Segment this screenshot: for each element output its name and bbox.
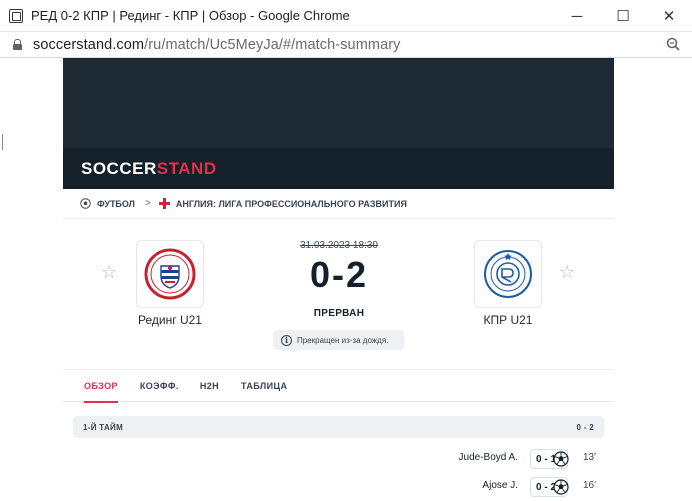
- tab-table[interactable]: ТАБЛИЦА: [241, 370, 287, 402]
- site-logo[interactable]: SOCCERSTAND: [81, 159, 217, 179]
- goal-event-row: Jude-Boyd A. 0 - 1 13': [63, 445, 614, 473]
- zoom-icon[interactable]: [666, 37, 680, 51]
- soccer-ball-icon: [553, 479, 569, 495]
- qpr-crest-icon: [484, 250, 532, 298]
- maximize-button[interactable]: ☐: [600, 0, 646, 32]
- away-team-logo[interactable]: [474, 240, 542, 308]
- info-icon: i: [281, 334, 292, 346]
- window-title: РЕД 0-2 КПР | Рединг - КПР | Обзор - Goo…: [31, 8, 350, 23]
- address-bar[interactable]: soccerstand.com/ru/match/Uc5MeyJa/#/matc…: [0, 32, 692, 58]
- window-controls: ─ ☐ ✕: [554, 0, 692, 32]
- chevron-right-icon: >: [145, 198, 151, 209]
- event-player[interactable]: Ajose J.: [482, 480, 518, 491]
- url-field[interactable]: soccerstand.com/ru/match/Uc5MeyJa/#/matc…: [33, 37, 401, 53]
- lock-icon[interactable]: [13, 39, 22, 50]
- close-button[interactable]: ✕: [646, 0, 692, 32]
- soccer-ball-icon: [553, 451, 569, 467]
- football-icon: [80, 198, 91, 209]
- browser-title-bar: РЕД 0-2 КПР | Рединг - КПР | Обзор - Goo…: [0, 0, 692, 32]
- url-path: /ru/match/Uc5MeyJa/#/match-summary: [144, 36, 401, 53]
- goal-event-row: Ajose J. 0 - 2 16': [63, 473, 614, 501]
- period-label: 1-Й ТАЙМ: [83, 422, 124, 432]
- home-team-logo[interactable]: [136, 240, 204, 308]
- header-banner: SOCCERSTAND: [63, 58, 614, 189]
- tab-h2h[interactable]: H2H: [200, 370, 219, 402]
- tab-overview[interactable]: ОБЗОР: [84, 370, 118, 403]
- match-score: 0-2: [309, 254, 369, 295]
- away-team-name[interactable]: КПР U21: [453, 313, 563, 327]
- header-strip: SOCCERSTAND: [63, 148, 614, 189]
- breadcrumb-sport[interactable]: ФУТБОЛ: [97, 199, 135, 209]
- url-domain: soccerstand.com: [33, 36, 145, 53]
- england-flag-icon: [158, 198, 170, 209]
- event-player[interactable]: Jude-Boyd A.: [459, 452, 518, 463]
- logo-part1: SOCCER: [81, 158, 157, 178]
- minimize-button[interactable]: ─: [554, 0, 600, 32]
- breadcrumb-league[interactable]: АНГЛИЯ: ЛИГА ПРОФЕССИОНАЛЬНОГО РАЗВИТИЯ: [176, 199, 407, 209]
- period-score: 0 - 2: [576, 422, 594, 432]
- event-minute: 13': [582, 452, 596, 463]
- first-half-header: 1-Й ТАЙМ 0 - 2: [73, 416, 604, 438]
- app-icon: [9, 8, 23, 23]
- match-date: 31.03.2023 18:30: [300, 240, 378, 251]
- breadcrumb: ФУТБОЛ > АНГЛИЯ: ЛИГА ПРОФЕССИОНАЛЬНОГО …: [63, 189, 614, 219]
- match-info-pill: i Прекращен из-за дождя.: [273, 330, 404, 350]
- event-minute: 16': [582, 480, 596, 491]
- left-edge-mark: [2, 134, 3, 150]
- tab-odds[interactable]: КОЭФФ.: [140, 370, 179, 402]
- favorite-away-star-icon[interactable]: ☆: [559, 263, 575, 281]
- match-tabs: ОБЗОР КОЭФФ. H2H ТАБЛИЦА: [63, 370, 614, 403]
- match-info-text: Прекращен из-за дождя.: [297, 335, 389, 345]
- reading-crest-icon: [144, 248, 196, 300]
- favorite-home-star-icon[interactable]: ☆: [101, 263, 117, 281]
- logo-part2: STAND: [156, 158, 217, 178]
- match-status: ПРЕРВАН: [313, 308, 365, 319]
- match-page: SOCCERSTAND ФУТБОЛ > АНГЛИЯ: ЛИГА ПРОФЕС…: [63, 58, 614, 501]
- home-team-name[interactable]: Рединг U21: [115, 313, 225, 327]
